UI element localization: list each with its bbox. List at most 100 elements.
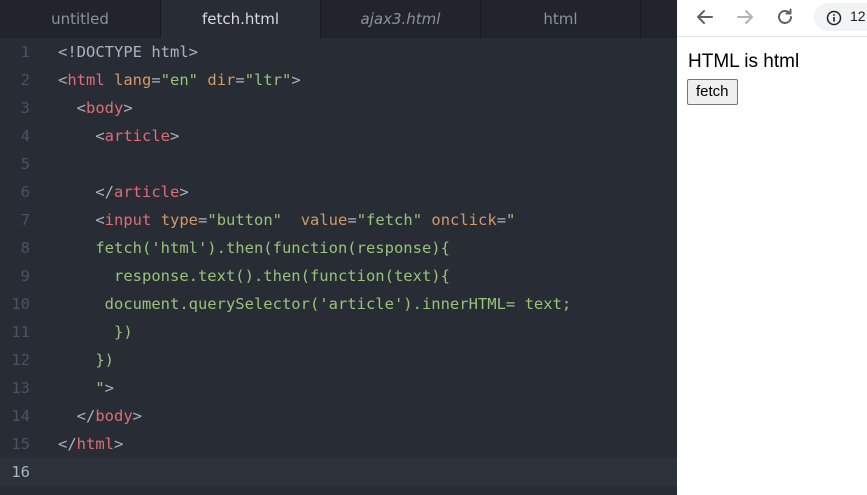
line-text: </body> [58, 402, 142, 430]
forward-arrow-icon [737, 10, 753, 24]
fetch-button[interactable]: fetch [687, 79, 738, 105]
line-text: <body> [58, 94, 133, 122]
line-number: 5 [20, 155, 30, 173]
tab-untitled[interactable]: untitled [0, 0, 161, 38]
code-token: > [179, 183, 189, 201]
reload-icon [778, 8, 792, 24]
code-token: type [160, 211, 199, 229]
code-line[interactable]: 6 </article> [0, 178, 677, 206]
line-number: 11 [11, 323, 30, 341]
line-number: 1 [20, 43, 30, 61]
code-token: onclick [431, 211, 497, 229]
reload-button[interactable] [772, 4, 798, 30]
line-text: </article> [58, 178, 189, 206]
code-token: < [58, 127, 105, 145]
back-button[interactable] [692, 4, 718, 30]
code-token: article [104, 127, 170, 145]
code-token: = [496, 211, 507, 229]
browser-toolbar: 12 [677, 0, 867, 37]
line-number: 12 [11, 351, 30, 369]
code-token: < [58, 211, 105, 229]
line-number: 9 [20, 267, 30, 285]
line-number: 2 [20, 71, 30, 89]
code-token: html [67, 71, 105, 89]
code-line[interactable]: 12 }) [0, 346, 677, 374]
code-line[interactable]: 16 [0, 458, 677, 486]
line-text: <article> [58, 122, 179, 150]
article-text: HTML is html [688, 51, 800, 72]
info-icon[interactable] [826, 10, 842, 26]
line-text: <input type="button" value="fetch" oncli… [58, 206, 515, 234]
code-line[interactable]: 3 <body> [0, 94, 677, 122]
code-token: "button" [207, 211, 283, 229]
code-token: dir [207, 71, 236, 89]
code-token: < [58, 71, 68, 89]
line-number: 14 [11, 407, 30, 425]
code-editor[interactable]: untitled fetch.html ajax3.html html 1 <!D… [0, 0, 677, 495]
code-token: " [58, 379, 105, 397]
code-token: = [235, 71, 245, 89]
code-token: lang [114, 71, 152, 89]
code-area[interactable]: 1 <!DOCTYPE html> 2 <html lang="en" dir="lt… [0, 38, 677, 486]
code-token: "en" [160, 71, 199, 89]
line-number: 16 [11, 463, 30, 481]
code-token: </ [58, 435, 77, 453]
line-text: document.querySelector('article').innerH… [58, 290, 572, 318]
browser-window: 12 HTML is html fetch [677, 0, 867, 495]
code-token: > [104, 379, 115, 397]
line-text: fetch('html').then(function(response){ [58, 234, 450, 262]
address-bar[interactable]: 12 [814, 3, 867, 31]
code-line[interactable]: 5 [0, 150, 677, 178]
code-token: </ [58, 183, 114, 201]
code-token: </ [58, 407, 96, 425]
code-token: article [114, 183, 180, 201]
code-token: = [347, 211, 357, 229]
line-number: 15 [11, 435, 30, 453]
code-token: > [291, 71, 301, 89]
code-line[interactable]: 13 "> [0, 374, 677, 402]
tab-html[interactable]: html [481, 0, 641, 38]
code-token: "fetch" [356, 211, 423, 229]
code-line[interactable]: 7 <input type="button" value="fetch" onc… [0, 206, 677, 234]
code-token: > [123, 99, 133, 117]
line-number: 13 [11, 379, 30, 397]
code-line[interactable]: 9 response.text().then(function(text){ [0, 262, 677, 290]
code-line[interactable]: 4 <article> [0, 122, 677, 150]
back-arrow-icon [697, 10, 713, 24]
line-number: 8 [20, 239, 30, 257]
code-line[interactable]: 11 }) [0, 318, 677, 346]
code-line[interactable]: 2 <html lang="en" dir="ltr"> [0, 66, 677, 94]
tab-bar: untitled fetch.html ajax3.html html [0, 0, 677, 38]
code-token: = [151, 71, 161, 89]
line-text: <html lang="en" dir="ltr"> [58, 66, 301, 94]
line-number: 4 [20, 127, 30, 145]
code-token: > [114, 435, 124, 453]
code-token: = [198, 211, 208, 229]
code-line[interactable]: 10 document.querySelector('article').inn… [0, 290, 677, 318]
code-line[interactable]: 8 fetch('html').then(function(response){ [0, 234, 677, 262]
code-token: document.querySelector('article').innerH… [58, 295, 572, 313]
code-line[interactable]: 1 <!DOCTYPE html> [0, 38, 677, 66]
line-text: <!DOCTYPE html> [58, 38, 198, 66]
code-token: > [132, 407, 142, 425]
code-line[interactable]: 15 </html> [0, 430, 677, 458]
tab-ajax3-html[interactable]: ajax3.html [321, 0, 481, 38]
line-text: }) [58, 346, 114, 374]
code-line[interactable]: 14 </body> [0, 402, 677, 430]
line-number: 6 [20, 183, 30, 201]
tab-fetch-html[interactable]: fetch.html [161, 0, 321, 38]
code-token: > [170, 127, 180, 145]
code-token: body [95, 407, 133, 425]
line-number: 7 [20, 211, 30, 229]
address-text: 12 [850, 8, 866, 24]
forward-button[interactable] [732, 4, 758, 30]
code-token: }) [58, 323, 133, 341]
code-token: " [506, 211, 516, 229]
code-token: html [76, 435, 114, 453]
line-text: }) [58, 318, 133, 346]
code-token: < [58, 99, 86, 117]
